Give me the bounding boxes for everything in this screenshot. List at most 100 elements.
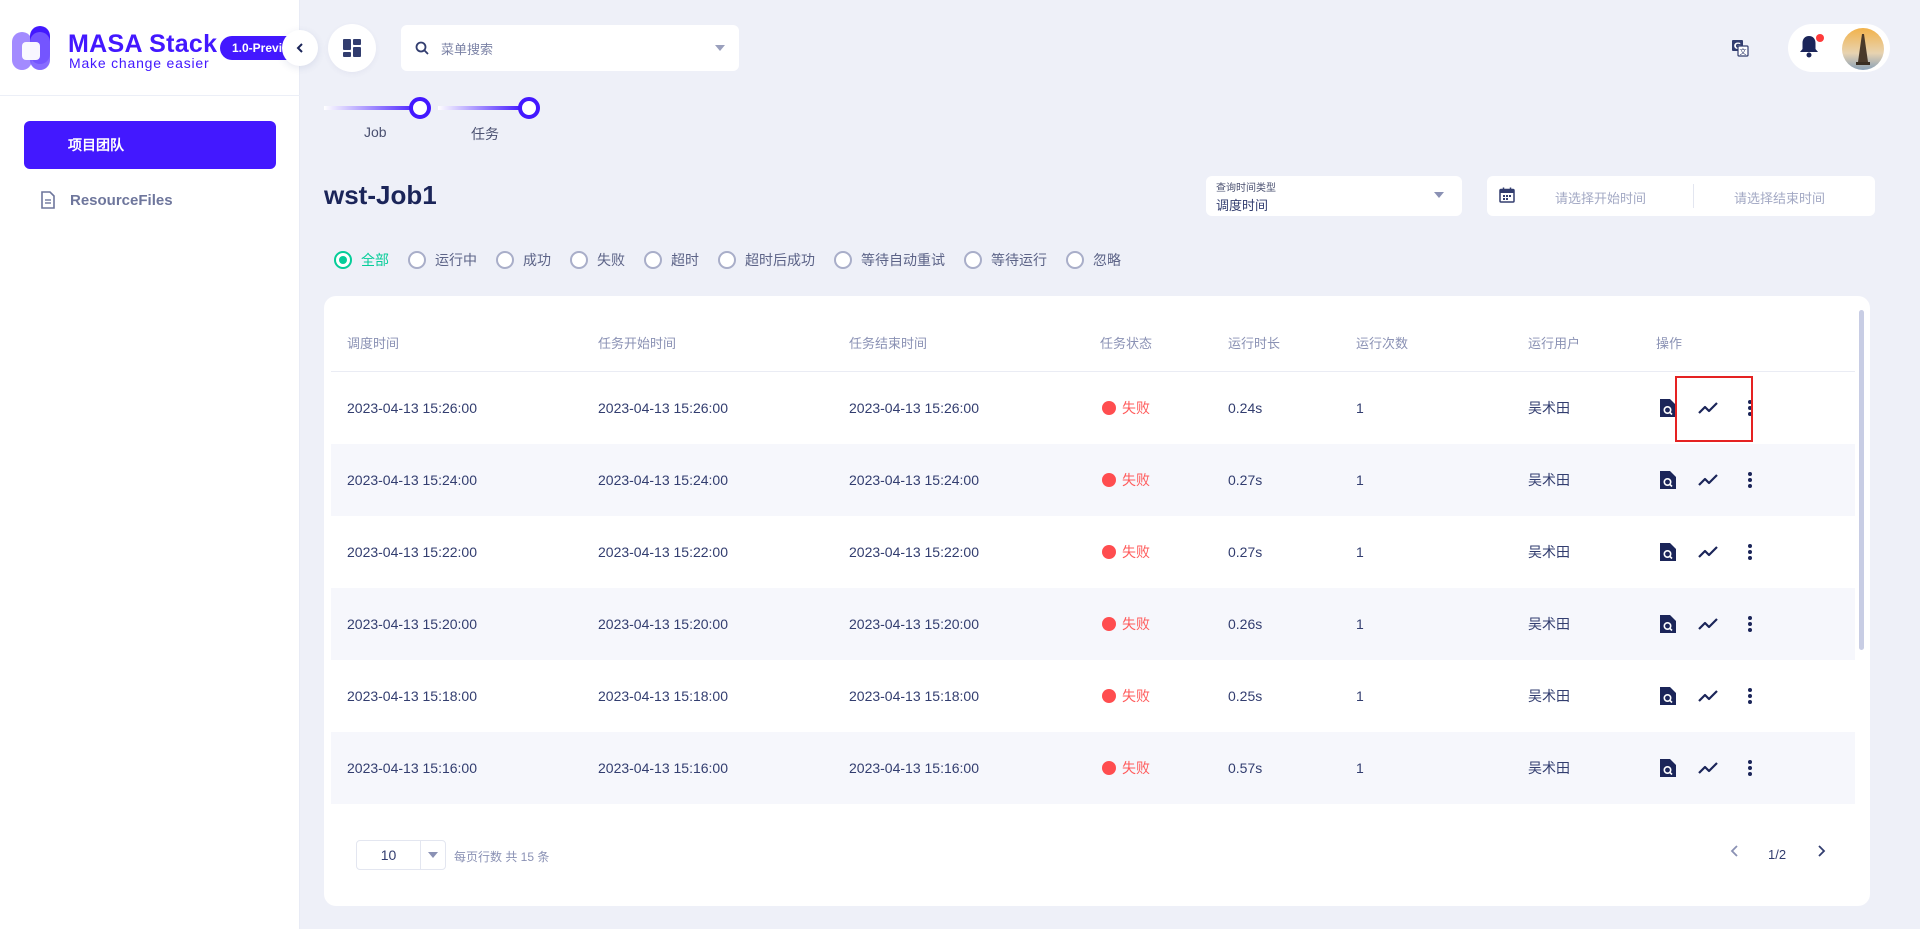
table-row: 2023-04-13 15:18:00 2023-04-13 15:18:00 20… (331, 660, 1855, 732)
breadcrumb-stepper: Job 任务 (324, 96, 554, 146)
date-range-picker[interactable]: 请选择开始时间 请选择结束时间 (1487, 176, 1875, 216)
cell-run-count: 1 (1356, 688, 1364, 704)
more-button[interactable] (1738, 756, 1762, 780)
avatar[interactable] (1842, 28, 1884, 70)
status-option-running[interactable]: 运行中 (408, 250, 477, 270)
apps-button[interactable] (328, 24, 376, 72)
more-button[interactable] (1738, 612, 1762, 636)
status-option-waiting[interactable]: 等待运行 (964, 250, 1047, 270)
chart-button[interactable] (1697, 396, 1721, 420)
cell-run-count: 1 (1356, 472, 1364, 488)
cell-duration: 0.57s (1228, 760, 1263, 776)
radio-icon (1066, 251, 1084, 269)
cell-run-user: 吴术田 (1528, 616, 1570, 632)
view-log-button[interactable] (1656, 612, 1680, 636)
cell-run-user: 吴术田 (1528, 400, 1570, 416)
prev-page-button[interactable] (1728, 844, 1742, 863)
avatar-image (1842, 28, 1884, 70)
status-option-auto-retry[interactable]: 等待自动重试 (834, 250, 945, 270)
status-failed-dot (1102, 473, 1116, 487)
dashboard-icon (343, 39, 361, 57)
more-vertical-icon (1748, 688, 1752, 704)
step-job[interactable]: Job (364, 124, 387, 140)
chart-button[interactable] (1697, 468, 1721, 492)
chart-button[interactable] (1697, 540, 1721, 564)
page-indicator: 1/2 (1768, 847, 1787, 862)
caret-down-icon (1434, 192, 1444, 198)
col-actions: 操作 (1656, 336, 1683, 351)
step-task[interactable]: 任务 (471, 124, 499, 144)
task-table-card: 调度时间 任务开始时间 任务结束时间 任务状态 运行时长 运行次数 运行用户 操… (324, 296, 1870, 906)
more-button[interactable] (1738, 684, 1762, 708)
more-button[interactable] (1738, 468, 1762, 492)
more-button[interactable] (1738, 396, 1762, 420)
status-badge: 失败 (1102, 516, 1150, 588)
cell-schedule-time: 2023-04-13 15:24:00 (347, 472, 477, 488)
status-option-timeout-success[interactable]: 超时后成功 (718, 250, 815, 270)
stepper-track (324, 97, 540, 119)
cell-end-time: 2023-04-13 15:24:00 (849, 472, 979, 488)
file-search-icon (1660, 687, 1676, 705)
sidebar-item-resourcefiles[interactable]: ResourceFiles (40, 188, 173, 212)
more-vertical-icon (1748, 400, 1752, 416)
cell-schedule-time: 2023-04-13 15:26:00 (347, 400, 477, 416)
start-date-input[interactable]: 请选择开始时间 (1555, 188, 1646, 207)
status-option-label: 等待运行 (991, 252, 1047, 268)
sidebar-item-project-team[interactable]: 项目团队 (24, 121, 276, 169)
status-text: 失败 (1122, 616, 1150, 632)
cell-schedule-time: 2023-04-13 15:20:00 (347, 616, 477, 632)
sidebar: MASA Stack Make change easier 1.0-Previe… (0, 0, 306, 929)
end-date-input[interactable]: 请选择结束时间 (1734, 188, 1825, 207)
next-page-button[interactable] (1814, 844, 1828, 863)
query-type-label: 查询时间类型 (1216, 183, 1276, 194)
view-log-button[interactable] (1656, 468, 1680, 492)
chevron-right-icon (1818, 845, 1826, 857)
cell-start-time: 2023-04-13 15:16:00 (598, 760, 728, 776)
chart-button[interactable] (1697, 756, 1721, 780)
trending-icon (1698, 474, 1718, 486)
status-text: 失败 (1122, 688, 1150, 704)
cell-status: 失败 (1102, 516, 1150, 588)
cell-run-user: 吴术田 (1528, 544, 1570, 560)
status-badge: 失败 (1102, 660, 1150, 732)
table-scrollbar[interactable] (1859, 310, 1864, 650)
chart-button[interactable] (1697, 612, 1721, 636)
more-vertical-icon (1748, 472, 1752, 488)
cell-schedule-time: 2023-04-13 15:18:00 (347, 688, 477, 704)
cell-end-time: 2023-04-13 15:16:00 (849, 760, 979, 776)
status-badge: 失败 (1102, 444, 1150, 516)
calendar-icon (1499, 187, 1515, 203)
language-button[interactable]: G 文 (1722, 30, 1758, 66)
trending-icon (1698, 546, 1718, 558)
search-icon (415, 41, 429, 55)
chevron-left-icon (1730, 845, 1738, 857)
menu-search-input[interactable]: 菜单搜索 (401, 25, 739, 71)
chart-button[interactable] (1697, 684, 1721, 708)
date-separator (1693, 184, 1694, 208)
status-option-success[interactable]: 成功 (496, 250, 551, 270)
col-start-time: 任务开始时间 (598, 336, 677, 351)
status-option-label: 超时后成功 (745, 252, 815, 268)
status-option-failed[interactable]: 失败 (570, 250, 625, 270)
status-failed-dot (1102, 545, 1116, 559)
file-icon (41, 191, 55, 209)
view-log-button[interactable] (1656, 396, 1680, 420)
status-option-ignore[interactable]: 忽略 (1066, 250, 1121, 270)
cell-duration: 0.25s (1228, 688, 1263, 704)
view-log-button[interactable] (1656, 684, 1680, 708)
logo-area: MASA Stack Make change easier 1.0-Previe… (0, 0, 306, 96)
table-header: 调度时间 任务开始时间 任务结束时间 任务状态 运行时长 运行次数 运行用户 操… (331, 316, 1855, 372)
file-search-icon (1660, 471, 1676, 489)
query-type-select[interactable]: 查询时间类型 调度时间 (1206, 176, 1462, 216)
view-log-button[interactable] (1656, 756, 1680, 780)
status-filter: 全部 运行中 成功 失败 超时 超时后成功 等待自动重试 等待运行 忽略 (334, 250, 1121, 270)
cell-end-time: 2023-04-13 15:26:00 (849, 400, 979, 416)
page-size-select[interactable]: 10 (356, 840, 446, 870)
radio-icon (834, 251, 852, 269)
collapse-sidebar-button[interactable] (282, 30, 318, 66)
view-log-button[interactable] (1656, 540, 1680, 564)
status-option-all[interactable]: 全部 (334, 250, 389, 270)
more-button[interactable] (1738, 540, 1762, 564)
cell-run-count: 1 (1356, 400, 1364, 416)
status-option-timeout[interactable]: 超时 (644, 250, 699, 270)
